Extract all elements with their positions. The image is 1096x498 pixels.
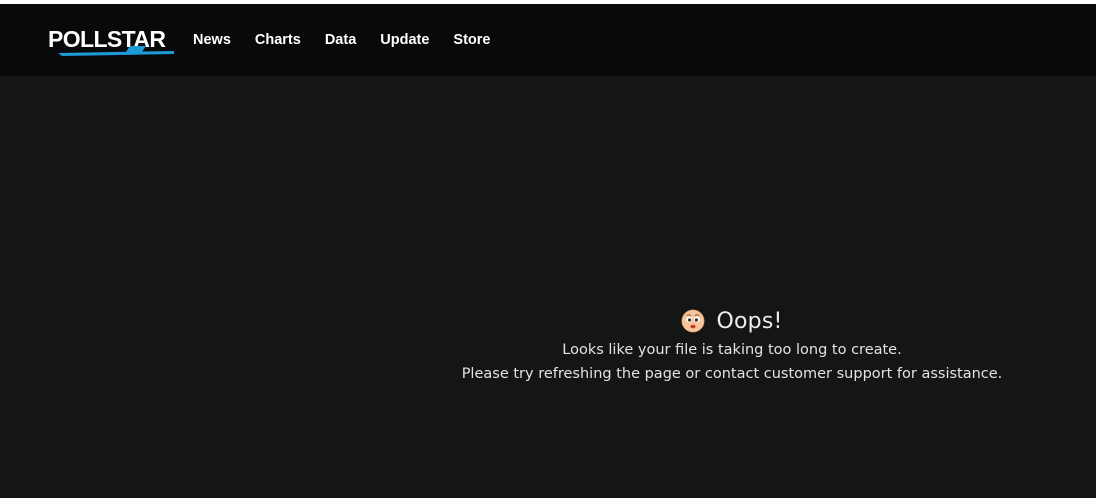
nav-update[interactable]: Update bbox=[380, 31, 429, 49]
nav-store[interactable]: Store bbox=[453, 31, 490, 49]
nav-data[interactable]: Data bbox=[325, 31, 356, 49]
nav-charts[interactable]: Charts bbox=[255, 31, 301, 49]
main-nav: News Charts Data Update Store bbox=[193, 31, 515, 49]
logo-swoosh-icon bbox=[58, 46, 174, 56]
error-heading: Oops! bbox=[420, 306, 1044, 336]
pollstar-logo[interactable]: POLLSTAR bbox=[48, 26, 178, 58]
nav-news[interactable]: News bbox=[193, 31, 231, 49]
error-line-2: Please try refreshing the page or contac… bbox=[461, 366, 1003, 382]
error-line-1: Looks like your file is taking too long … bbox=[562, 342, 902, 358]
error-message: Oops! Looks like your file is taking too… bbox=[420, 306, 1044, 386]
top-navbar: POLLSTAR News Charts Data Update Store bbox=[0, 4, 1096, 76]
main-content: Oops! Looks like your file is taking too… bbox=[0, 76, 1096, 498]
worried-face-icon bbox=[682, 309, 705, 333]
error-title: Oops! bbox=[716, 308, 783, 334]
